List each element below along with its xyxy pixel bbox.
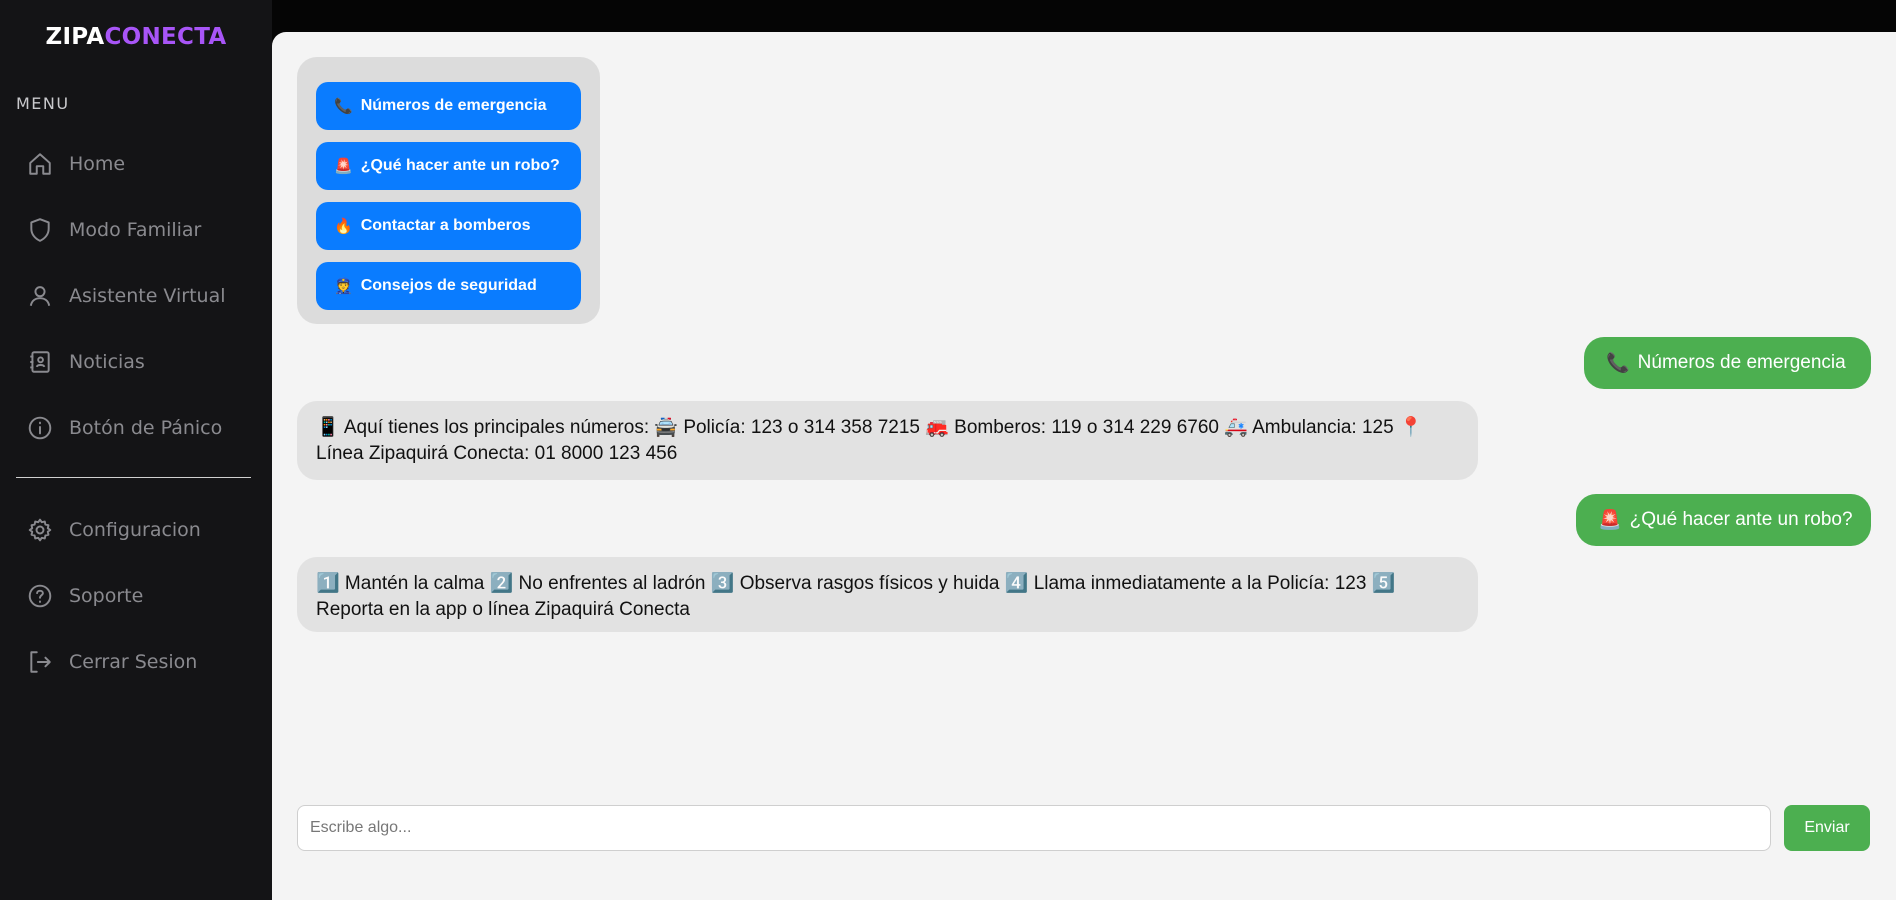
nav-item-modo-familiar[interactable]: Modo Familiar xyxy=(27,210,201,250)
quick-actions-panel: 📞 Números de emergencia 🚨 ¿Qué hacer ant… xyxy=(297,57,600,324)
quick-action-robbery[interactable]: 🚨 ¿Qué hacer ante un robo? xyxy=(316,142,581,190)
nav-item-asistente-virtual[interactable]: Asistente Virtual xyxy=(27,276,226,316)
message-text: Números de emergencia xyxy=(1637,352,1846,373)
nav-item-configuracion[interactable]: Configuracion xyxy=(27,510,201,550)
phone-icon: 📞 xyxy=(334,98,353,115)
nav-item-label: Soporte xyxy=(69,585,144,607)
nav-item-label: Modo Familiar xyxy=(69,219,202,241)
send-button[interactable]: Enviar xyxy=(1784,805,1870,851)
quick-action-emergency-numbers[interactable]: 📞 Números de emergencia xyxy=(316,82,581,130)
message-text: ¿Qué hacer ante un robo? xyxy=(1629,509,1853,530)
app-logo[interactable]: ZIPACONECTA xyxy=(0,24,272,50)
quick-action-label: Consejos de seguridad xyxy=(360,277,537,294)
siren-icon: 🚨 xyxy=(334,158,353,175)
nav-item-soporte[interactable]: Soporte xyxy=(27,576,143,616)
nav-item-home[interactable]: Home xyxy=(27,144,125,184)
nav-item-cerrar-sesion[interactable]: Cerrar Sesion xyxy=(27,642,197,682)
nav-item-label: Home xyxy=(69,153,126,175)
bot-message: 📱 Aquí tienes los principales números: 🚔… xyxy=(297,401,1478,480)
chat-panel: 📞 Números de emergencia 🚨 ¿Qué hacer ant… xyxy=(272,32,1896,900)
message-input-wrapper xyxy=(297,805,1771,851)
siren-icon: 🚨 xyxy=(1598,510,1622,531)
nav-item-label: Noticias xyxy=(69,351,145,373)
shield-icon xyxy=(30,218,50,242)
gear-icon xyxy=(28,518,52,542)
nav-item-label: Botón de Pánico xyxy=(69,417,223,439)
police-officer-icon: 👮 xyxy=(334,278,353,295)
sidebar-divider xyxy=(16,477,251,478)
info-icon xyxy=(28,416,52,440)
quick-action-label: ¿Qué hacer ante un robo? xyxy=(360,157,560,174)
nav-item-boton-panico[interactable]: Botón de Pánico xyxy=(27,408,222,448)
sidebar: ZIPACONECTA MENU Home Modo Familiar Asis… xyxy=(0,0,272,900)
home-icon xyxy=(29,153,51,175)
menu-title: MENU xyxy=(16,94,70,113)
help-icon xyxy=(28,584,52,608)
user-message: 📞 Números de emergencia xyxy=(1584,337,1871,389)
phone-icon: 📞 xyxy=(1606,353,1630,374)
user-icon xyxy=(29,286,51,306)
nav-item-noticias[interactable]: Noticias xyxy=(27,342,145,382)
contact-card-icon xyxy=(30,351,50,373)
quick-action-safety-tips[interactable]: 👮 Consejos de seguridad xyxy=(316,262,581,310)
message-text: 📱 Aquí tienes los principales números: 🚔… xyxy=(316,417,1423,464)
quick-action-label: Contactar a bomberos xyxy=(360,217,531,234)
logo-part-conecta: CONECTA xyxy=(104,24,227,50)
user-message: 🚨 ¿Qué hacer ante un robo? xyxy=(1576,494,1871,546)
message-input[interactable] xyxy=(298,806,1770,850)
nav-item-label: Cerrar Sesion xyxy=(69,651,198,673)
bot-message: 1️⃣ Mantén la calma 2️⃣ No enfrentes al … xyxy=(297,557,1478,632)
nav-item-label: Asistente Virtual xyxy=(69,285,226,307)
nav-item-label: Configuracion xyxy=(69,519,201,541)
quick-action-firefighters[interactable]: 🔥 Contactar a bomberos xyxy=(316,202,581,250)
logout-icon xyxy=(30,651,51,673)
quick-action-label: Números de emergencia xyxy=(360,97,547,114)
message-text: 1️⃣ Mantén la calma 2️⃣ No enfrentes al … xyxy=(316,573,1396,620)
logo-part-zipa: ZIPA xyxy=(45,24,105,50)
fire-icon: 🔥 xyxy=(334,218,353,235)
